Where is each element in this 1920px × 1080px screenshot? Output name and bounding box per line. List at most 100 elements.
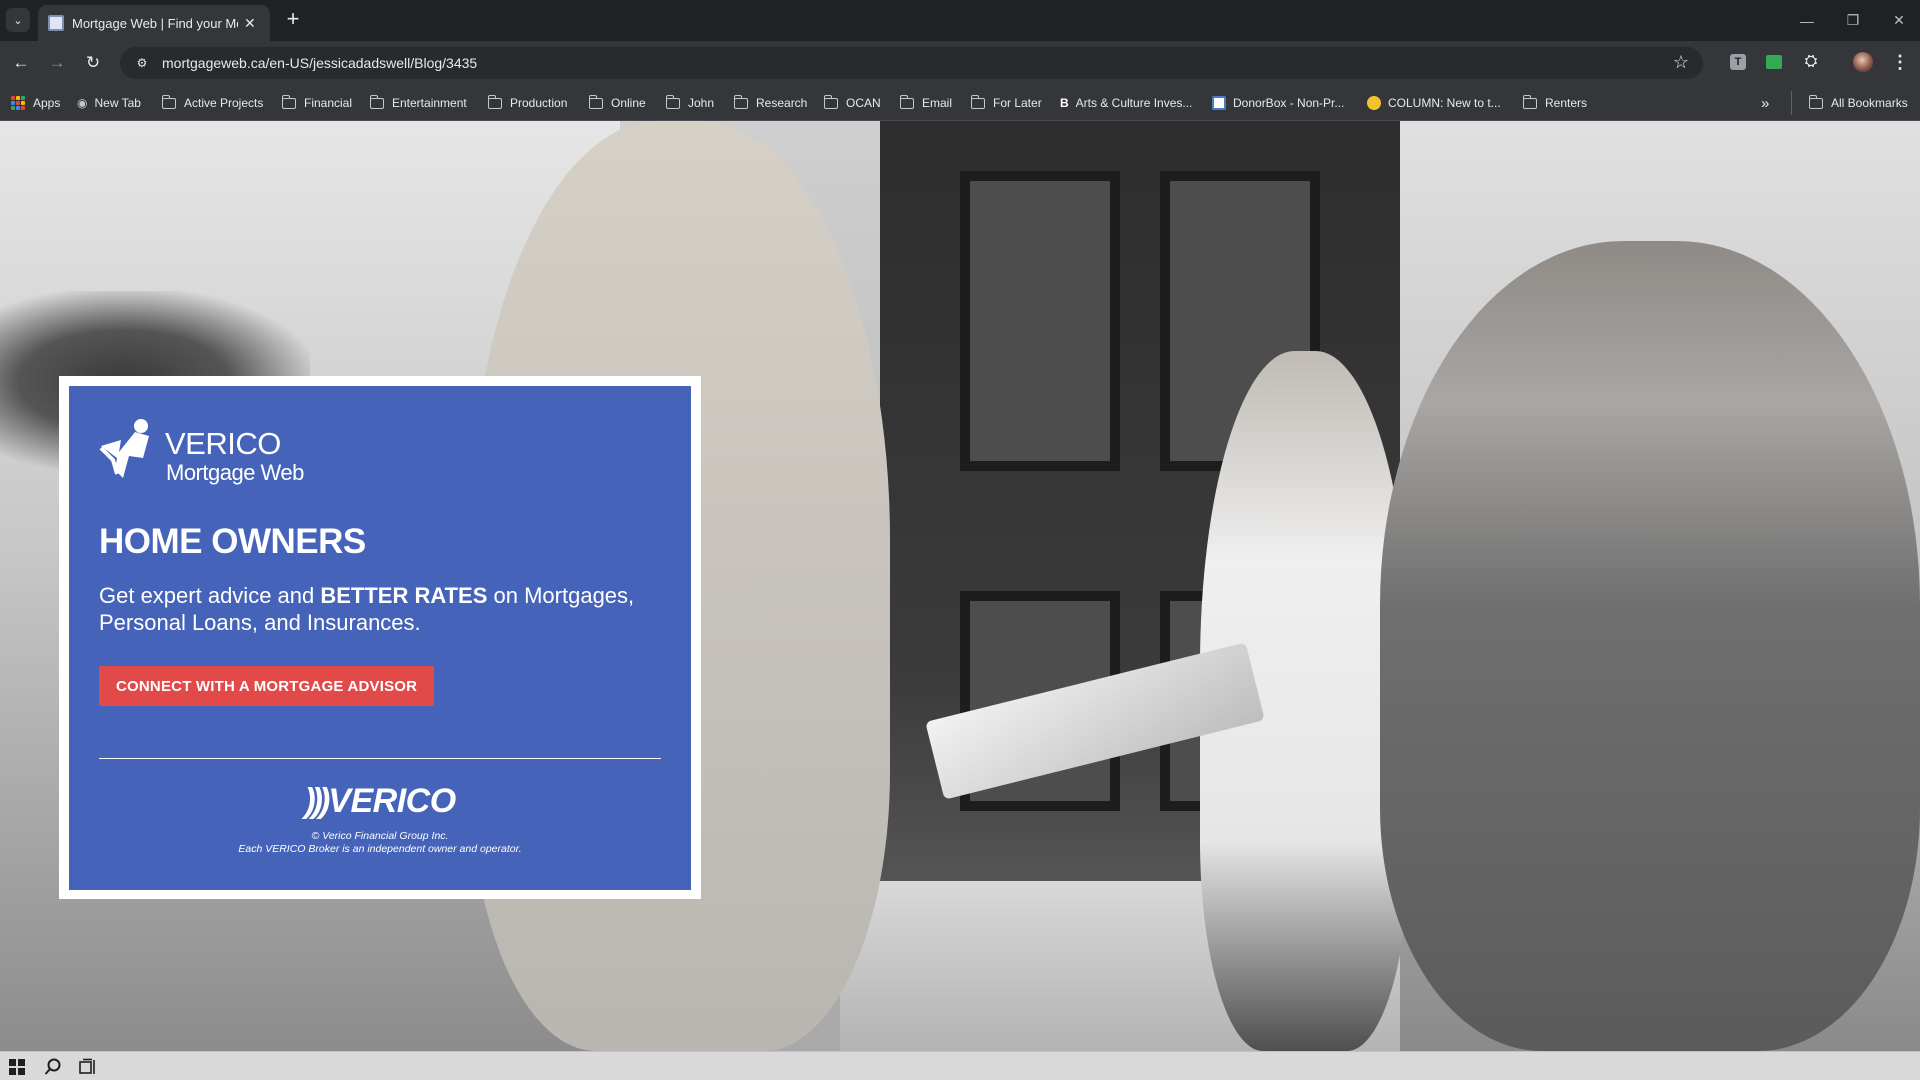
arrow-left-icon: ←: [12, 53, 30, 72]
extension-green-icon[interactable]: [1763, 51, 1785, 73]
bookmark-label: Production: [510, 96, 568, 110]
extensions-puzzle-icon[interactable]: ⛭: [1800, 51, 1822, 73]
folder-icon: [899, 94, 914, 109]
taskbar-search-button[interactable]: [42, 1056, 64, 1078]
restore-button[interactable]: ❐: [1830, 0, 1876, 41]
close-window-button[interactable]: ✕: [1876, 0, 1920, 41]
close-tab-icon[interactable]: ✕: [244, 15, 256, 32]
folder-icon: [970, 94, 985, 109]
minimize-button[interactable]: —: [1784, 0, 1830, 41]
folder-icon: [1522, 94, 1537, 109]
url-text: mortgageweb.ca/en-US/jessicadadswell/Blo…: [162, 55, 478, 71]
tab-search-button[interactable]: ⌄: [6, 8, 30, 32]
folder-icon: [487, 94, 502, 109]
close-icon: ✕: [1893, 12, 1905, 28]
copyright-line-2: Each VERICO Broker is an independent own…: [238, 843, 522, 855]
globe-icon: ◉: [77, 96, 88, 110]
verico-mortgageweb-logo: VERICO Mortgage Web: [99, 418, 319, 488]
bookmark-label: Arts & Culture Inves...: [1075, 96, 1193, 110]
menu-kebab-icon[interactable]: ⋮: [1889, 51, 1911, 73]
browser-tab-active[interactable]: Mortgage Web | Find your Mor ✕: [38, 5, 270, 41]
bookmark-new-tab[interactable]: ◉ New Tab: [77, 94, 141, 112]
folder-icon: [588, 94, 603, 109]
bookmark-research[interactable]: Research: [733, 94, 807, 112]
chevron-down-icon: ⌄: [13, 14, 23, 27]
site-info-icon[interactable]: ⚙: [132, 53, 152, 73]
address-bar[interactable]: ⚙ mortgageweb.ca/en-US/jessicadadswell/B…: [120, 47, 1703, 79]
verico-footer-logo: )))VERICO: [69, 782, 691, 821]
search-icon: [44, 1058, 61, 1075]
new-tab-button[interactable]: +: [281, 8, 305, 32]
verico-chevrons-icon: ))): [304, 782, 330, 820]
reload-icon: ↻: [85, 53, 101, 72]
bookmark-arts-culture[interactable]: B Arts & Culture Inves...: [1060, 94, 1192, 112]
browser-toolbar: ← → ↻ ⚙ mortgageweb.ca/en-US/jessicadads…: [0, 41, 1920, 85]
reload-button[interactable]: ↻: [78, 48, 108, 78]
tab-strip: ⌄ Mortgage Web | Find your Mor ✕ + — ❐ ✕: [0, 0, 1920, 41]
copyright-line-1: © Verico Financial Group Inc.: [311, 830, 449, 842]
bookmark-donorbox[interactable]: DonorBox - Non-Pr...: [1212, 94, 1344, 112]
start-button[interactable]: [6, 1056, 28, 1078]
bookmark-label: COLUMN: New to t...: [1388, 96, 1501, 110]
apps-grid-icon: [11, 96, 25, 110]
minimize-icon: —: [1800, 12, 1814, 29]
task-view-button[interactable]: [77, 1056, 99, 1078]
folder-icon: [823, 94, 838, 109]
bookmark-financial[interactable]: Financial: [281, 94, 353, 112]
folder-icon: [161, 94, 176, 109]
bookmark-label: DonorBox - Non-Pr...: [1233, 96, 1345, 110]
bookmark-active-projects[interactable]: Active Projects: [161, 94, 263, 112]
promo-subtext-part1: Get expert advice and: [99, 583, 321, 608]
bookmark-label: John: [688, 96, 715, 110]
bookmark-all-bookmarks[interactable]: All Bookmarks: [1808, 94, 1908, 112]
chevron-double-right-icon: »: [1761, 94, 1770, 112]
bookmark-production[interactable]: Production: [487, 94, 568, 112]
bookmark-apps[interactable]: Apps: [11, 94, 60, 112]
bookmark-ocan[interactable]: OCAN: [823, 94, 881, 112]
bookmark-label: Entertainment: [392, 96, 467, 110]
page-favicon-icon: [48, 15, 64, 31]
back-button[interactable]: ←: [6, 48, 36, 78]
folder-icon: [1808, 94, 1823, 109]
promo-headline: HOME OWNERS: [99, 522, 366, 561]
folder-icon: [369, 94, 384, 109]
bookmark-online[interactable]: Online: [588, 94, 646, 112]
bookmarks-separator: [1791, 91, 1792, 115]
forward-button[interactable]: →: [42, 48, 72, 78]
bookmark-label: Online: [611, 96, 646, 110]
bookmarks-bar: Apps ◉ New Tab Active Projects Financial…: [0, 85, 1920, 121]
folder-icon: [281, 94, 296, 109]
folder-icon: [665, 94, 680, 109]
bookmark-label: Email: [922, 96, 953, 110]
bookmark-label: OCAN: [846, 96, 881, 110]
bookmark-label: For Later: [993, 96, 1042, 110]
bookmark-label: All Bookmarks: [1831, 96, 1908, 110]
promo-copyright: © Verico Financial Group Inc. Each VERIC…: [69, 830, 691, 856]
bookmark-john[interactable]: John: [665, 94, 715, 112]
bookmark-label: New Tab: [94, 96, 141, 110]
profile-avatar[interactable]: [1852, 51, 1874, 73]
bookmark-renters[interactable]: Renters: [1522, 94, 1587, 112]
windows-taskbar: [0, 1051, 1920, 1080]
bookmarks-overflow-button[interactable]: »: [1761, 94, 1769, 112]
restore-icon: ❐: [1846, 12, 1860, 28]
hero-person-man-smiling: [1380, 241, 1920, 1051]
extension-t-icon[interactable]: T: [1727, 51, 1749, 73]
bookmark-label: Apps: [33, 96, 61, 110]
promo-divider: [99, 758, 661, 759]
windows-logo-icon: [9, 1059, 25, 1075]
bookmark-for-later[interactable]: For Later: [970, 94, 1042, 112]
bookmark-label: Financial: [304, 96, 353, 110]
bookmark-entertainment[interactable]: Entertainment: [369, 94, 467, 112]
verico-logo-mark-icon: [99, 419, 149, 478]
donorbox-icon: [1212, 96, 1226, 110]
b-favicon-icon: B: [1060, 96, 1069, 110]
promo-subtext-bold: BETTER RATES: [320, 583, 488, 608]
bookmark-star-icon[interactable]: ☆: [1673, 52, 1689, 73]
promo-card: VERICO Mortgage Web HOME OWNERS Get expe…: [69, 386, 691, 890]
promo-subtext: Get expert advice and BETTER RATES on Mo…: [99, 582, 659, 636]
bookmark-column[interactable]: COLUMN: New to t...: [1367, 94, 1501, 112]
tab-title: Mortgage Web | Find your Mor: [72, 15, 238, 31]
bookmark-email[interactable]: Email: [899, 94, 953, 112]
connect-advisor-button[interactable]: CONNECT WITH A MORTGAGE ADVISOR: [99, 666, 435, 706]
